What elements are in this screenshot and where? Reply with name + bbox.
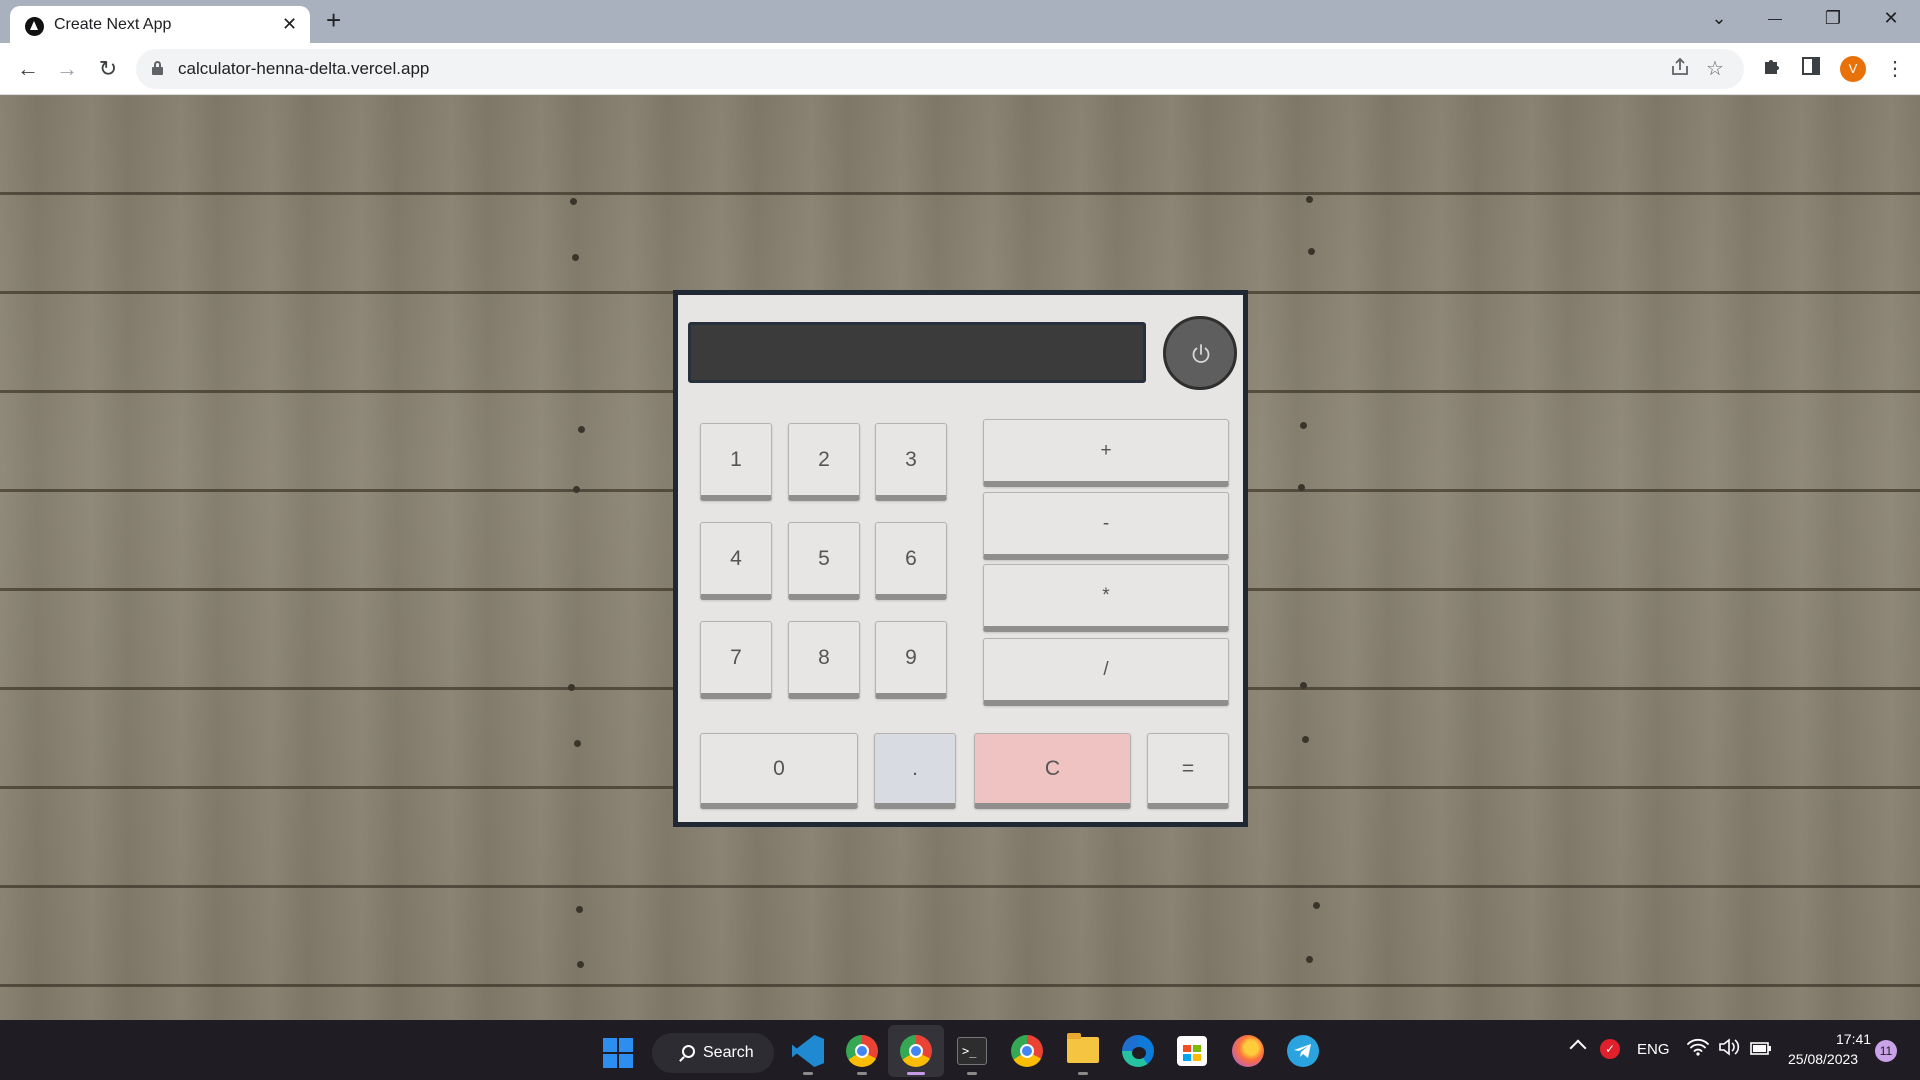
nail-decoration — [574, 740, 581, 747]
back-button[interactable]: ← — [12, 53, 44, 85]
lock-icon[interactable] — [152, 61, 163, 75]
digit-5-button[interactable]: 5 — [788, 522, 860, 600]
firefox-icon[interactable] — [1232, 1035, 1264, 1067]
profile-avatar[interactable]: V — [1840, 56, 1866, 82]
start-windows-icon[interactable] — [603, 1038, 633, 1068]
nail-decoration — [573, 486, 580, 493]
extensions-puzzle-icon[interactable] — [1758, 56, 1786, 83]
browser-toolbar: ← → ↻ calculator-henna-delta.vercel.app … — [0, 43, 1920, 95]
nail-decoration — [576, 906, 583, 913]
taskbar: Search >_ ✓ ENG 17:41 25/08/2023 11 — [0, 1020, 1920, 1080]
restore-button[interactable]: ❐ — [1818, 8, 1848, 28]
nail-decoration — [1308, 248, 1315, 255]
nail-decoration — [1306, 956, 1313, 963]
power-icon — [1192, 344, 1210, 363]
nail-decoration — [1306, 196, 1313, 203]
tab-close-icon[interactable]: ✕ — [282, 14, 297, 34]
nextjs-favicon-icon — [25, 17, 44, 36]
close-window-button[interactable]: ✕ — [1876, 8, 1906, 28]
digit-1-button[interactable]: 1 — [700, 423, 772, 501]
clock-time[interactable]: 17:41 — [1836, 1031, 1871, 1047]
digit-3-button[interactable]: 3 — [875, 423, 947, 501]
nail-decoration — [568, 684, 575, 691]
vscode-icon[interactable] — [792, 1035, 824, 1067]
subtract-button[interactable]: - — [983, 492, 1229, 560]
nail-decoration — [577, 961, 584, 968]
equals-button[interactable]: = — [1147, 733, 1229, 809]
chrome-icon[interactable] — [1011, 1035, 1043, 1067]
digit-7-button[interactable]: 7 — [700, 621, 772, 699]
new-tab-button[interactable]: + — [326, 6, 341, 34]
side-panel-icon[interactable] — [1797, 56, 1825, 82]
terminal-icon[interactable]: >_ — [957, 1037, 987, 1065]
edge-icon[interactable] — [1122, 1035, 1154, 1067]
wifi-icon[interactable] — [1687, 1038, 1709, 1061]
decimal-button[interactable]: . — [874, 733, 956, 809]
bookmark-star-icon[interactable]: ☆ — [1706, 57, 1724, 81]
digit-9-button[interactable]: 9 — [875, 621, 947, 699]
active-indicator — [907, 1072, 925, 1075]
file-explorer-icon[interactable] — [1067, 1033, 1099, 1063]
nail-decoration — [570, 198, 577, 205]
browser-tab[interactable]: Create Next App ✕ — [10, 6, 310, 43]
digit-2-button[interactable]: 2 — [788, 423, 860, 501]
clear-button[interactable]: C — [974, 733, 1131, 809]
digit-6-button[interactable]: 6 — [875, 522, 947, 600]
chrome-active-icon[interactable] — [888, 1025, 944, 1077]
taskbar-search-button[interactable]: Search — [652, 1033, 774, 1073]
tab-bar: Create Next App ✕ + ⌄ — ❐ ✕ — [0, 0, 1920, 43]
language-indicator[interactable]: ENG — [1637, 1041, 1670, 1058]
running-indicator — [967, 1072, 977, 1075]
microsoft-store-icon[interactable] — [1177, 1036, 1207, 1066]
running-indicator — [857, 1072, 867, 1075]
forward-button[interactable]: → — [51, 53, 83, 85]
nail-decoration — [1300, 682, 1307, 689]
calculator-display — [688, 322, 1146, 383]
telegram-icon[interactable] — [1287, 1035, 1319, 1067]
running-indicator — [803, 1072, 813, 1075]
tab-title: Create Next App — [54, 16, 172, 33]
power-button[interactable] — [1163, 316, 1237, 390]
nail-decoration — [572, 254, 579, 261]
nail-decoration — [578, 426, 585, 433]
chrome-icon[interactable] — [846, 1035, 878, 1067]
battery-icon[interactable] — [1750, 1040, 1772, 1061]
minimize-button[interactable]: — — [1760, 8, 1790, 28]
search-icon-handle — [679, 1056, 685, 1062]
clock-date[interactable]: 25/08/2023 — [1788, 1051, 1858, 1067]
address-bar[interactable]: calculator-henna-delta.vercel.app ☆ — [136, 49, 1744, 89]
divide-button[interactable]: / — [983, 638, 1229, 706]
running-indicator — [1078, 1072, 1088, 1075]
browser-menu-icon[interactable]: ⋮ — [1881, 56, 1909, 82]
url-text[interactable]: calculator-henna-delta.vercel.app — [178, 59, 429, 79]
digit-8-button[interactable]: 8 — [788, 621, 860, 699]
digit-0-button[interactable]: 0 — [700, 733, 858, 809]
vivaldi-tray-icon[interactable]: ✓ — [1600, 1039, 1620, 1059]
share-icon[interactable] — [1670, 57, 1690, 83]
notification-badge[interactable]: 11 — [1875, 1040, 1897, 1062]
volume-icon[interactable] — [1718, 1038, 1740, 1061]
multiply-button[interactable]: * — [983, 564, 1229, 632]
tray-chevron-up-icon[interactable] — [1569, 1039, 1587, 1057]
tab-search-dropdown-icon[interactable]: ⌄ — [1704, 8, 1734, 28]
nail-decoration — [1302, 736, 1309, 743]
search-label: Search — [703, 1044, 754, 1061]
nail-decoration — [1298, 484, 1305, 491]
calculator: 1 2 3 4 5 6 7 8 9 + - * / 0 . C = — [673, 290, 1248, 827]
nail-decoration — [1313, 902, 1320, 909]
nail-decoration — [1300, 422, 1307, 429]
add-button[interactable]: + — [983, 419, 1229, 487]
reload-button[interactable]: ↻ — [92, 53, 124, 85]
digit-4-button[interactable]: 4 — [700, 522, 772, 600]
